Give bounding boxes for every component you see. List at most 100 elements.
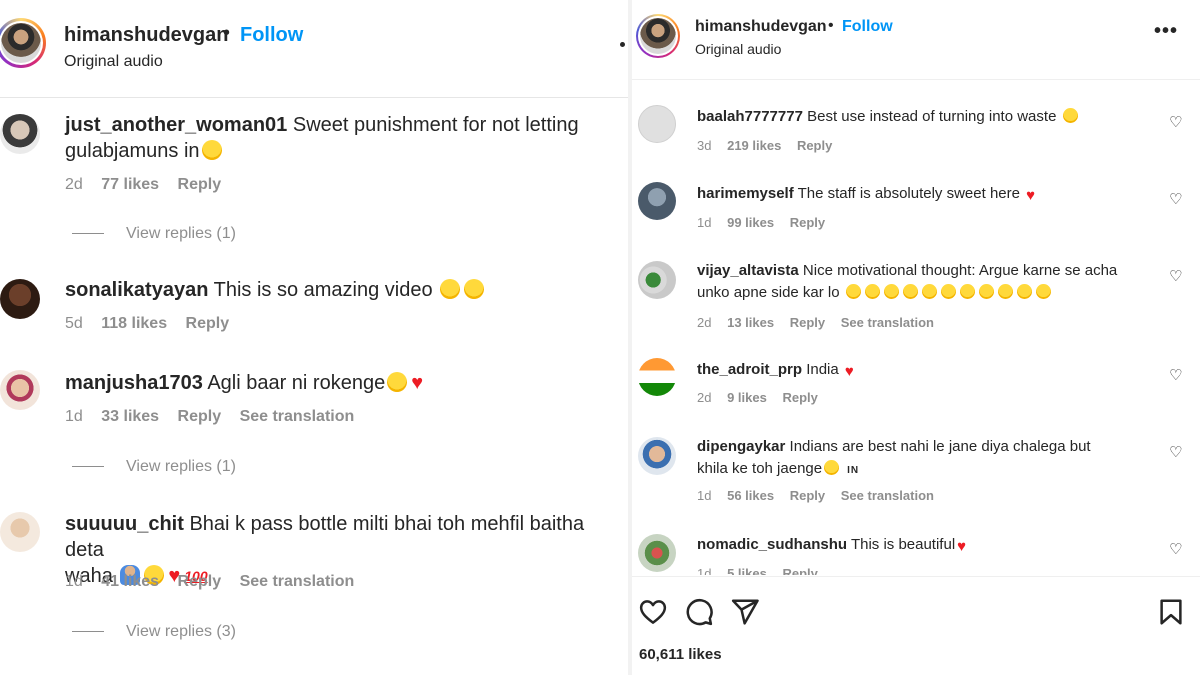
- comment-likes[interactable]: 33 likes: [101, 408, 159, 425]
- story-ring[interactable]: [0, 18, 46, 68]
- comment-age: 5d: [65, 315, 83, 332]
- avatar: [640, 18, 676, 54]
- face-emoji-icon: [864, 284, 880, 299]
- comment-username[interactable]: baalah7777777: [697, 108, 803, 125]
- reply-button[interactable]: Reply: [178, 408, 222, 425]
- comment-likes[interactable]: 13 likes: [727, 315, 774, 330]
- reply-button[interactable]: Reply: [186, 315, 230, 332]
- audio-label[interactable]: Original audio: [695, 41, 781, 57]
- comment-text: khila ke toh jaenge: [697, 460, 823, 477]
- like-comment-icon[interactable]: ♡: [1169, 366, 1182, 384]
- reply-button[interactable]: Reply: [790, 215, 825, 230]
- comment-age: 3d: [697, 138, 712, 153]
- story-ring[interactable]: [636, 14, 680, 58]
- like-heart-icon[interactable]: [638, 597, 668, 627]
- comment-likes[interactable]: 9 likes: [727, 390, 767, 405]
- see-translation-link[interactable]: See translation: [841, 488, 934, 503]
- view-replies-button[interactable]: View replies (3): [72, 623, 236, 641]
- save-bookmark-icon[interactable]: [1156, 597, 1186, 627]
- red-heart-emoji-icon: ♥: [1026, 187, 1036, 204]
- thumbs-up-emoji-icon: [997, 284, 1013, 299]
- thumbs-up-emoji-icon: [959, 284, 975, 299]
- post-actions-bar: 60,611 likes: [632, 576, 1200, 675]
- comment-username[interactable]: just_another_woman01: [65, 114, 287, 136]
- avatar[interactable]: [638, 534, 676, 572]
- avatar[interactable]: [0, 279, 40, 319]
- comment-likes[interactable]: 219 likes: [727, 138, 781, 153]
- comment-likes[interactable]: 56 likes: [727, 488, 774, 503]
- audio-label[interactable]: Original audio: [64, 53, 163, 71]
- comment-text: Nice motivational thought: Argue karne s…: [802, 262, 1118, 279]
- comment-username[interactable]: harimemyself: [697, 185, 794, 202]
- divider-line: [72, 466, 104, 468]
- username[interactable]: himanshudevgan: [695, 18, 827, 36]
- post-header: himanshudevgan • Follow Original audio •…: [632, 0, 1200, 80]
- comment-text: gulabjamuns in: [65, 140, 200, 162]
- comment-likes[interactable]: 5 likes: [727, 566, 767, 575]
- comment-username[interactable]: suuuuu_chit: [65, 513, 184, 535]
- comment-text: This is beautiful: [850, 536, 956, 553]
- heart-eyes-emoji-icon: [1062, 108, 1078, 123]
- avatar[interactable]: [638, 105, 676, 143]
- comment-username[interactable]: the_adroit_prp: [697, 361, 802, 378]
- thumbs-up-emoji-icon: [978, 284, 994, 299]
- reply-button[interactable]: Reply: [178, 176, 222, 193]
- ok-hand-emoji-icon: [1016, 284, 1032, 299]
- follow-button[interactable]: Follow: [240, 24, 303, 47]
- reply-button[interactable]: Reply: [790, 488, 825, 503]
- face-emoji-icon: [921, 284, 937, 299]
- like-comment-icon[interactable]: ♡: [1169, 190, 1182, 208]
- comment-likes[interactable]: 99 likes: [727, 215, 774, 230]
- like-comment-icon[interactable]: ♡: [1169, 267, 1182, 285]
- laughing-emoji-icon: [387, 372, 408, 392]
- comment-age: 2d: [65, 176, 83, 193]
- view-replies-button[interactable]: View replies (1): [72, 458, 236, 476]
- avatar[interactable]: [0, 114, 40, 154]
- comment-likes[interactable]: 41 likes: [101, 573, 159, 590]
- more-options-icon[interactable]: •••: [1154, 20, 1178, 43]
- comment-username[interactable]: nomadic_sudhanshu: [697, 536, 847, 553]
- comment-username[interactable]: sonalikatyayan: [65, 279, 208, 301]
- comment-bubble-icon[interactable]: [684, 597, 714, 627]
- comment-text: Best use instead of turning into waste: [807, 108, 1057, 125]
- like-comment-icon[interactable]: ♡: [1169, 113, 1182, 131]
- comment-text: This is so amazing video: [213, 279, 433, 301]
- avatar[interactable]: [0, 512, 40, 552]
- comment-text: India: [806, 361, 839, 378]
- comment-age: 2d: [697, 390, 712, 405]
- reply-button[interactable]: Reply: [797, 138, 832, 153]
- share-send-icon[interactable]: [730, 597, 760, 627]
- face-emoji-icon: [902, 284, 918, 299]
- comment-age: 1d: [697, 215, 712, 230]
- separator-dot: •: [828, 17, 834, 34]
- reply-button[interactable]: Reply: [782, 390, 817, 405]
- see-translation-link[interactable]: See translation: [841, 315, 934, 330]
- heart-eyes-emoji-icon: [464, 279, 485, 299]
- like-comment-icon[interactable]: ♡: [1169, 443, 1182, 461]
- comment-likes[interactable]: 118 likes: [101, 315, 167, 332]
- comment-text: Sweet punishment for not letting: [292, 114, 579, 136]
- avatar[interactable]: [638, 182, 676, 220]
- comment-username[interactable]: vijay_altavista: [697, 262, 799, 279]
- view-replies-button[interactable]: View replies (1): [72, 225, 236, 243]
- see-translation-link[interactable]: See translation: [240, 408, 355, 425]
- comment-age: 2d: [697, 315, 712, 330]
- comments-list[interactable]: baalah7777777 Best use instead of turnin…: [632, 81, 1200, 575]
- avatar[interactable]: [638, 358, 676, 396]
- see-translation-link[interactable]: See translation: [240, 573, 355, 590]
- avatar[interactable]: [638, 437, 676, 475]
- heart-eyes-emoji-icon: [440, 279, 461, 299]
- reply-button[interactable]: Reply: [782, 566, 817, 575]
- username[interactable]: himanshudevgan: [64, 24, 228, 47]
- comment-username[interactable]: manjusha1703: [65, 372, 203, 394]
- follow-button[interactable]: Follow: [842, 18, 893, 36]
- comment-likes[interactable]: 77 likes: [101, 176, 159, 193]
- ok-hand-emoji-icon: [1035, 284, 1051, 299]
- like-comment-icon[interactable]: ♡: [1169, 540, 1182, 558]
- reply-button[interactable]: Reply: [790, 315, 825, 330]
- avatar[interactable]: [0, 370, 40, 410]
- avatar[interactable]: [638, 261, 676, 299]
- reply-button[interactable]: Reply: [178, 573, 222, 590]
- total-likes-count[interactable]: 60,611 likes: [639, 646, 722, 663]
- comment-username[interactable]: dipengaykar: [697, 438, 785, 455]
